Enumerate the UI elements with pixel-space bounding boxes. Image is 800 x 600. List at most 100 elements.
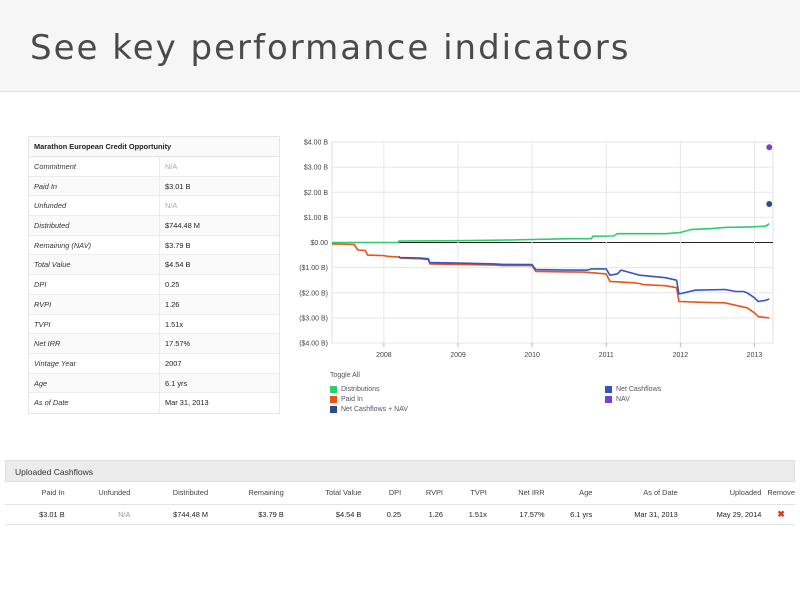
summary-label: Age: [29, 373, 160, 393]
remove-icon[interactable]: ✖: [777, 509, 785, 519]
cell-age: 6.1 yrs: [550, 504, 599, 525]
summary-row-total-value: Total Value $4.54 B: [29, 255, 279, 276]
summary-value: N/A: [165, 201, 178, 211]
x-tick-label: 2008: [376, 352, 392, 359]
summary-label: Unfunded: [29, 196, 160, 216]
summary-label: Net IRR: [29, 334, 160, 353]
summary-value: $4.54 B: [165, 260, 191, 270]
col-distributed: Distributed: [136, 482, 215, 505]
uploaded-cashflows-panel: Uploaded Cashflows Paid In Unfunded Dist…: [5, 460, 795, 525]
summary-row-distributed: Distributed $744.48 M: [29, 216, 279, 236]
summary-value: $3.01 B: [165, 181, 191, 191]
summary-label: RVPI: [29, 294, 160, 314]
cashflow-chart: $4.00 B $3.00 B $2.00 B $1.00 B $0.00 ($1.00 …: [299, 140, 774, 359]
cell-paid-in: $3.01 B: [5, 504, 71, 525]
col-as-of-date: As of Date: [598, 482, 684, 505]
summary-label: As of Date: [29, 393, 160, 413]
summary-label: Remaining (NAV): [29, 235, 160, 255]
summary-row-tvpi: TVPI 1.51x: [29, 314, 279, 335]
cell-rvpi: 1.26: [407, 504, 449, 525]
legend-item-distributions[interactable]: Distributions: [330, 386, 380, 393]
summary-value: 0.25: [165, 280, 180, 290]
y-tick-label: ($2.00 B): [299, 290, 328, 297]
series-point-nav: [765, 143, 774, 152]
x-tick-label: 2009: [450, 352, 466, 359]
col-uploaded: Uploaded: [683, 482, 768, 505]
legend-label: NAV: [616, 396, 630, 403]
summary-value: 17.57%: [165, 339, 191, 349]
cell-dpi: 0.25: [367, 504, 408, 525]
cell-unfunded: N/A: [70, 504, 137, 525]
summary-value: Mar 31, 2013: [165, 398, 209, 408]
summary-row-remaining: Remaining (NAV) $3.79 B: [29, 235, 279, 256]
x-tick-label: 2013: [747, 352, 763, 359]
y-tick-label: $1.00 B: [304, 215, 328, 222]
cell-total-value: $4.54 B: [289, 504, 368, 525]
summary-value: $3.79 B: [165, 240, 191, 250]
cell-net-irr: 17.57%: [492, 504, 551, 525]
cell-tvpi: 1.51x: [448, 504, 493, 525]
legend-item-paid-in[interactable]: Paid In: [330, 396, 363, 403]
series-point-net-cashflows-nav: [765, 199, 774, 209]
col-paid-in: Paid In: [5, 482, 71, 505]
page-title: See key performance indicators: [30, 28, 631, 68]
summary-row-age: Age 6.1 yrs: [29, 373, 279, 394]
summary-row-vintage-year: Vintage Year 2007: [29, 353, 279, 374]
toggle-all-link[interactable]: Toggle All: [330, 372, 360, 379]
x-tick-label: 2012: [673, 352, 689, 359]
legend-label: Net Cashflows + NAV: [341, 406, 408, 413]
y-tick-label: $4.00 B: [304, 140, 328, 147]
fund-name: Marathon European Credit Opportunity: [29, 137, 279, 157]
summary-row-commitment: Commitment N/A: [29, 157, 279, 177]
summary-row-as-of-date: As of Date Mar 31, 2013: [29, 393, 279, 413]
summary-label: Vintage Year: [29, 353, 160, 373]
summary-row-unfunded: Unfunded N/A: [29, 196, 279, 217]
y-tick-label: ($1.00 B): [299, 265, 328, 272]
y-tick-label: $3.00 B: [304, 165, 328, 172]
fund-summary-table: Marathon European Credit Opportunity Com…: [28, 136, 280, 414]
summary-value: 6.1 yrs: [165, 378, 188, 388]
x-tick-label: 2010: [524, 352, 540, 359]
cashflows-table: Paid In Unfunded Distributed Remaining T…: [5, 482, 795, 525]
col-age: Age: [550, 482, 599, 505]
legend-swatch: [330, 406, 337, 413]
legend-swatch: [605, 396, 612, 403]
col-unfunded: Unfunded: [70, 482, 137, 505]
header-banner: See key performance indicators: [0, 0, 800, 92]
legend-item-net-cashflows-nav[interactable]: Net Cashflows + NAV: [330, 406, 408, 413]
y-tick-label: $2.00 B: [304, 190, 328, 197]
summary-label: Commitment: [29, 157, 160, 176]
table-row: $3.01 B N/A $744.48 M $3.79 B $4.54 B 0.…: [5, 504, 795, 525]
legend-swatch: [330, 396, 337, 403]
legend-item-nav[interactable]: NAV: [605, 396, 630, 403]
summary-value: 1.51x: [165, 319, 184, 329]
summary-row-dpi: DPI 0.25: [29, 275, 279, 295]
col-remove: Remove: [767, 482, 795, 505]
cell-remaining: $3.79 B: [214, 504, 290, 525]
summary-value: 1.26: [165, 299, 180, 309]
cell-remove: ✖: [767, 504, 795, 525]
summary-value: 2007: [165, 358, 182, 368]
cell-as-of-date: Mar 31, 2013: [598, 504, 684, 525]
col-total-value: Total Value: [289, 482, 368, 505]
legend-swatch: [605, 386, 612, 393]
y-tick-label: ($3.00 B): [299, 315, 328, 322]
summary-label: Total Value: [29, 255, 160, 275]
col-net-irr: Net IRR: [492, 482, 551, 505]
summary-row-paid-in: Paid In $3.01 B: [29, 176, 279, 197]
col-tvpi: TVPI: [448, 482, 493, 505]
summary-value: $744.48 M: [165, 221, 200, 231]
legend-swatch: [330, 386, 337, 393]
summary-row-net-irr: Net IRR 17.57%: [29, 334, 279, 354]
cashflows-header-row: Paid In Unfunded Distributed Remaining T…: [5, 482, 795, 505]
summary-row-rvpi: RVPI 1.26: [29, 294, 279, 315]
legend-item-net-cashflows[interactable]: Net Cashflows: [605, 386, 661, 393]
col-rvpi: RVPI: [407, 482, 449, 505]
legend-label: Paid In: [341, 396, 363, 403]
summary-label: Distributed: [29, 216, 160, 235]
x-tick-label: 2011: [599, 352, 614, 359]
y-tick-label: $0.00: [310, 240, 328, 247]
col-dpi: DPI: [367, 482, 408, 505]
summary-label: DPI: [29, 275, 160, 294]
legend-label: Distributions: [341, 386, 380, 393]
